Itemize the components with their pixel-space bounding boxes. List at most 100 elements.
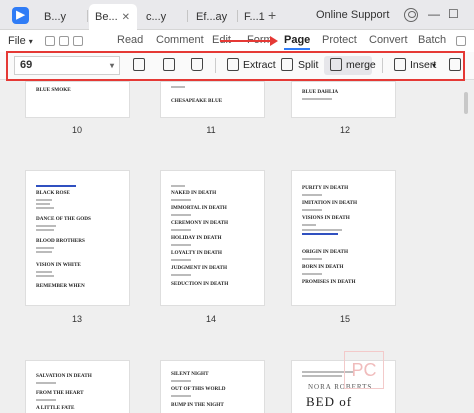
page-number-label: 10 xyxy=(71,125,82,135)
page-line: BLUE DAHLIA xyxy=(302,89,339,95)
page-line: IMITATION IN DEATH xyxy=(302,200,358,206)
file-menu-label: File xyxy=(8,35,26,47)
maximize-icon[interactable]: ☐ xyxy=(448,7,459,21)
page-line xyxy=(171,199,191,201)
tab-protect[interactable]: Protect xyxy=(322,34,357,46)
page-line xyxy=(171,274,191,276)
page-line xyxy=(36,271,52,273)
page-line: BUMP IN THE NIGHT xyxy=(171,402,224,408)
app-logo-icon: ▶ xyxy=(12,7,29,24)
external-link-icon[interactable] xyxy=(456,36,466,46)
page-line xyxy=(302,209,322,211)
minimize-icon[interactable]: — xyxy=(428,7,440,21)
page-line: HOLIDAY IN DEATH xyxy=(171,235,222,241)
tab-label: F...1 xyxy=(244,11,265,23)
page-thumbnail-15[interactable]: PURITY IN DEATH IMITATION IN DEATH VISIO… xyxy=(291,170,396,306)
page-line xyxy=(171,214,191,216)
page-line: VISIONS IN DEATH xyxy=(302,215,350,221)
page-line xyxy=(302,194,322,196)
page-line: VISION IN WHITE xyxy=(36,262,81,268)
page-line: IMMORTAL IN DEATH xyxy=(171,205,227,211)
page-line xyxy=(36,229,54,231)
page-link-line xyxy=(302,233,338,235)
page-line: OUT OF THIS WORLD xyxy=(171,386,226,392)
undo-icon[interactable] xyxy=(73,36,83,46)
online-support-link[interactable]: Online Support xyxy=(316,9,389,21)
page-line: ORIGIN IN DEATH xyxy=(302,249,349,255)
annotation-arrow-icon xyxy=(220,36,278,46)
page-line: REMEMBER WHEN xyxy=(36,283,85,289)
page-number-label: 14 xyxy=(205,314,216,324)
cover-title: BED of ROSES xyxy=(306,394,353,413)
tab-label: B...y xyxy=(44,11,67,23)
tab-document-1[interactable]: B...y xyxy=(38,4,84,30)
page-thumbnail-11[interactable]: CHESAPEAKE BLUE xyxy=(160,81,265,118)
vertical-scrollbar[interactable] xyxy=(464,92,468,114)
tab-divider xyxy=(87,10,88,22)
new-tab-icon[interactable]: + xyxy=(268,7,276,23)
tab-document-5[interactable]: F...1 xyxy=(238,4,268,30)
page-thumbnail-17[interactable]: SILENT NIGHT OUT OF THIS WORLD BUMP IN T… xyxy=(160,360,265,413)
chevron-down-icon: ▾ xyxy=(28,37,33,46)
tab-document-4[interactable]: Ef...ay xyxy=(190,4,236,30)
tab-label: Be... xyxy=(95,11,118,23)
page-line: CEREMONY IN DEATH xyxy=(171,220,229,226)
page-line xyxy=(302,98,332,100)
tab-page[interactable]: Page xyxy=(284,34,311,50)
page-line: BLUE SMOKE xyxy=(36,87,71,93)
page-line: CHESAPEAKE BLUE xyxy=(171,98,223,104)
page-thumbnail-16[interactable]: SALVATION IN DEATH FROM THE HEART A LITT… xyxy=(25,360,130,413)
page-line: BORN IN DEATH xyxy=(302,264,344,270)
tab-read[interactable]: Read xyxy=(117,34,143,46)
title-bar: ▶ B...y Be... ✕ c...y Ef...ay F...1 + Onl… xyxy=(0,0,474,30)
page-line: BLOOD BROTHERS xyxy=(36,238,85,244)
page-line xyxy=(36,207,54,209)
page-line xyxy=(36,199,52,201)
page-line: LOYALTY IN DEATH xyxy=(171,250,222,256)
page-line xyxy=(36,203,50,205)
page-line xyxy=(302,258,322,260)
tab-document-3[interactable]: c...y xyxy=(140,4,186,30)
page-line: SILENT NIGHT xyxy=(171,371,209,377)
page-line xyxy=(171,244,191,246)
page-thumbnail-10[interactable]: BLUE SMOKE xyxy=(25,81,130,118)
page-line xyxy=(36,251,52,253)
page-line xyxy=(171,229,191,231)
user-avatar-icon[interactable] xyxy=(404,8,418,22)
page-number-label: 12 xyxy=(339,125,350,135)
tab-batch[interactable]: Batch xyxy=(418,34,446,46)
print-icon[interactable] xyxy=(59,36,69,46)
page-thumbnail-13[interactable]: BLACK ROSE DANCE OF THE GODS BLOOD BROTH… xyxy=(25,170,130,306)
page-line: JUDGMENT IN DEATH xyxy=(171,265,228,271)
tab-comment[interactable]: Comment xyxy=(156,34,204,46)
close-tab-icon[interactable]: ✕ xyxy=(122,12,130,23)
tab-convert[interactable]: Convert xyxy=(369,34,408,46)
page-number-label: 15 xyxy=(339,314,350,324)
page-line xyxy=(171,380,191,382)
page-line xyxy=(36,399,56,401)
page-line xyxy=(171,185,185,187)
save-icon[interactable] xyxy=(45,36,55,46)
page-line: PURITY IN DEATH xyxy=(302,185,349,191)
page-line xyxy=(36,382,56,384)
tab-document-active[interactable]: Be... ✕ xyxy=(89,4,137,30)
page-line: SALVATION IN DEATH xyxy=(36,373,92,379)
page-line xyxy=(302,375,342,377)
page-thumbnail-14[interactable]: NAKED IN DEATH IMMORTAL IN DEATH CEREMON… xyxy=(160,170,265,306)
page-line xyxy=(171,259,191,261)
page-number-label: 13 xyxy=(71,314,82,324)
page-line xyxy=(302,273,322,275)
page-line xyxy=(36,225,56,227)
page-line: BLACK ROSE xyxy=(36,190,70,196)
page-line xyxy=(36,275,54,277)
toolbar-highlight-box xyxy=(6,51,465,81)
watermark-logo: PC xyxy=(344,351,384,389)
tab-divider xyxy=(187,10,188,22)
page-thumbnail-12[interactable]: BLUE DAHLIA xyxy=(291,81,396,118)
page-line: FROM THE HEART xyxy=(36,390,84,396)
file-menu[interactable]: File ▾ xyxy=(8,35,33,47)
page-line: NAKED IN DEATH xyxy=(171,190,217,196)
tab-label: c...y xyxy=(146,11,167,23)
page-line xyxy=(171,86,185,88)
page-line: DANCE OF THE GODS xyxy=(36,216,91,222)
